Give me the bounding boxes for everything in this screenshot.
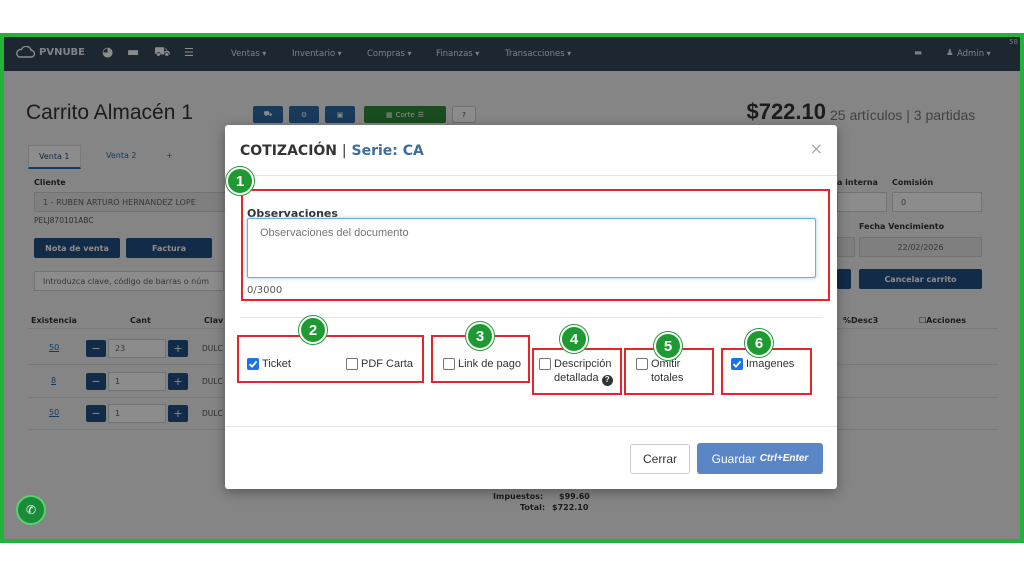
annotation-badge-5: 5 [654, 332, 682, 360]
modal-header-divider [225, 175, 837, 176]
modal-title-text: COTIZACIÓN [240, 143, 338, 159]
cerrar-button[interactable]: Cerrar [630, 444, 690, 474]
annotation-badge-6: 6 [745, 329, 773, 357]
app-page: PVNUBE ◕ ▬ ⛟ ☰ Ventas Inventario Compras… [4, 37, 1020, 539]
guardar-button[interactable]: Guardar Ctrl+Enter [697, 443, 823, 474]
guardar-label: Guardar [711, 451, 756, 466]
cotizacion-modal: COTIZACIÓN | Serie: CA × Observaciones 0… [225, 125, 837, 489]
annotation-badge-3: 3 [466, 322, 494, 350]
annotation-badge-2: 2 [299, 316, 327, 344]
annotation-badge-1: 1 [226, 167, 254, 195]
modal-footer-divider [225, 426, 837, 427]
serie-label: Serie: CA [351, 143, 424, 159]
annotation-badge-4: 4 [560, 325, 588, 353]
highlight-box-2 [237, 335, 424, 383]
screenshot-frame: PVNUBE ◕ ▬ ⛟ ☰ Ventas Inventario Compras… [0, 33, 1024, 543]
highlight-box-1 [241, 189, 830, 301]
guardar-shortcut: Ctrl+Enter [759, 453, 809, 464]
close-icon[interactable]: × [810, 139, 823, 158]
highlight-box-4 [532, 348, 622, 395]
modal-title: COTIZACIÓN | Serie: CA [240, 143, 424, 159]
highlight-box-6 [721, 348, 812, 395]
section-divider [240, 317, 822, 318]
phone-icon[interactable]: ✆ [16, 495, 46, 525]
title-separator: | [341, 143, 347, 159]
